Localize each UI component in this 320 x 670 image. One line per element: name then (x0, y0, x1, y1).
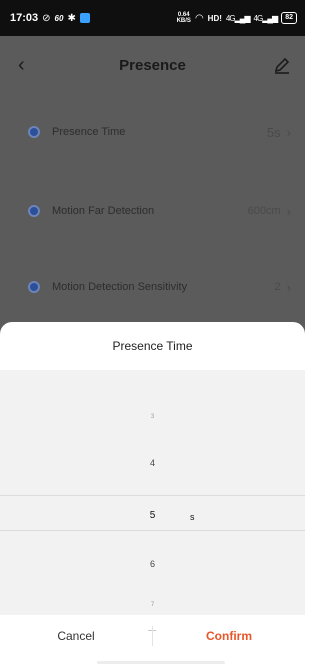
radio-dot-icon (28, 281, 40, 293)
setting-value: 2 (274, 281, 281, 293)
radio-dot-icon (28, 205, 40, 217)
back-icon[interactable]: ‹ (18, 54, 38, 76)
setting-presence-time[interactable]: Presence Time 5s › (0, 116, 305, 148)
network-speed: 0.64 KB/S (177, 12, 191, 24)
edit-icon[interactable] (273, 56, 291, 74)
signal-1-label: 4G (225, 13, 236, 23)
picker-option[interactable]: 6 (0, 559, 305, 569)
picker-selection-line-top (0, 495, 305, 496)
cancel-button[interactable]: Cancel (0, 615, 152, 657)
setting-label: Motion Detection Sensitivity (52, 281, 188, 293)
setting-value: 600cm (247, 205, 281, 217)
status-time: 17:03 (10, 12, 39, 24)
setting-motion-far-detection[interactable]: Motion Far Detection 600cm › (0, 195, 305, 227)
picker-selected-option[interactable]: 5 (0, 510, 305, 521)
battery-icon: 82 (281, 12, 297, 24)
status-left: 17:03 ⊘ 60 ✱ (10, 12, 90, 24)
no-sim-icon: ⊘ (42, 12, 51, 24)
chevron-right-icon: › (286, 124, 291, 140)
sheet-action-bar: Cancel Confirm (0, 615, 305, 657)
number-picker[interactable]: 3 4 5 s 6 7 (0, 370, 305, 631)
picker-option[interactable]: 7 (0, 602, 305, 608)
sheet-title: Presence Time (112, 339, 193, 353)
setting-label: Motion Far Detection (52, 205, 155, 217)
signal-1: 4G▂▄▆ (225, 13, 251, 23)
picker-option[interactable]: 4 (0, 458, 305, 468)
radio-dot-icon (28, 126, 40, 138)
setting-value: 5s (266, 124, 281, 140)
wifi-icon: ◠ (194, 12, 204, 24)
picker-unit: s (190, 512, 195, 522)
home-indicator (97, 661, 225, 664)
picker-selection-line-bottom (0, 530, 305, 531)
hd-label: HD! (207, 13, 222, 23)
nav-bar: ‹ Presence (0, 36, 305, 94)
picker-option[interactable]: 3 (0, 414, 305, 420)
chevron-right-icon: › (286, 279, 291, 295)
page-title: Presence (119, 56, 186, 74)
setting-motion-detection-sensitivity[interactable]: Motion Detection Sensitivity 2 › (0, 271, 305, 303)
app-notification-icon (79, 13, 90, 23)
confirm-button[interactable]: Confirm (153, 615, 305, 657)
status-right: 0.64 KB/S ◠ HD! 4G▂▄▆ 4G▂▄▆ 82 (177, 12, 297, 24)
signal-2: 4G▂▄▆ (253, 13, 279, 23)
chevron-right-icon: › (286, 203, 291, 219)
presence-time-sheet: Presence Time 3 4 5 s 6 7 Cancel Confirm (0, 322, 305, 670)
bluetooth-icon: ✱ (67, 12, 76, 24)
signal-2-label: 4G (253, 13, 264, 23)
network-speed-unit: KB/S (176, 18, 191, 24)
setting-label: Presence Time (52, 126, 126, 138)
status-bar: 17:03 ⊘ 60 ✱ 0.64 KB/S ◠ HD! 4G▂▄▆ 4G▂▄▆… (0, 0, 305, 36)
status-small-label: 60 (54, 13, 64, 23)
